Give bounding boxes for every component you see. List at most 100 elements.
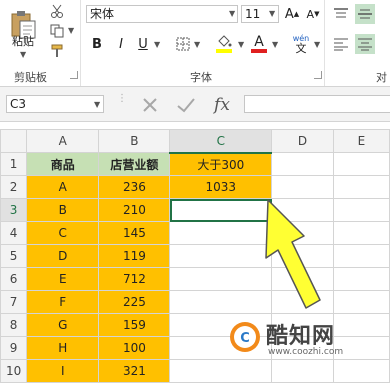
underline-dropdown-icon[interactable]: ▼ [154,40,160,49]
name-box[interactable]: C3 [6,95,104,113]
cell-d6[interactable] [271,267,334,291]
cell-a8[interactable]: G [26,313,100,337]
cell-e4[interactable] [332,221,390,245]
column-header-e[interactable]: E [332,129,390,153]
format-painter-button[interactable] [48,42,66,60]
cell-e6[interactable] [332,267,390,291]
cell-c6[interactable] [169,267,273,291]
cancel-button[interactable] [138,93,162,117]
borders-dropdown-icon[interactable]: ▼ [194,40,200,49]
align-top-button[interactable] [331,4,351,24]
coozhi-logo-icon: C [230,322,260,352]
cell-a6[interactable]: E [26,267,100,291]
cell-d4[interactable] [271,221,334,245]
cell-d1[interactable] [271,152,334,176]
phonetic-dropdown-icon[interactable]: ▼ [314,40,320,49]
row-header[interactable]: 9 [0,336,28,360]
scissors-icon [51,4,63,18]
row-header[interactable]: 5 [0,244,28,268]
cell-c3[interactable] [169,198,273,222]
cell-a3[interactable]: B [26,198,100,222]
cell-e5[interactable] [332,244,390,268]
select-all-corner[interactable] [0,129,28,153]
copy-dropdown-icon[interactable]: ▼ [68,26,74,35]
cell-a2[interactable]: A [26,175,100,199]
cell-b9[interactable]: 100 [98,336,171,360]
enter-button[interactable] [174,93,198,117]
cell-e7[interactable] [332,290,390,314]
insert-function-button[interactable]: fx [208,93,236,117]
paste-dropdown-icon[interactable]: ▼ [20,50,26,59]
bold-button[interactable]: B [88,35,106,53]
clipboard-launcher-icon[interactable] [70,71,78,79]
cell-c7[interactable] [169,290,273,314]
font-name-select[interactable]: 宋体 [86,5,238,23]
cell-e10[interactable] [332,359,390,383]
grow-font-button[interactable]: A ▲ [283,5,301,23]
cell-a1[interactable]: 商品 [26,152,100,176]
cell-a5[interactable]: D [26,244,100,268]
row-header[interactable]: 4 [0,221,28,245]
formula-input[interactable] [244,95,390,113]
svg-text:C: C [240,331,250,346]
column-header-d[interactable]: D [271,129,334,153]
name-box-dropdown-icon[interactable]: ▼ [94,100,100,109]
row-header[interactable]: 2 [0,175,28,199]
align-left-button[interactable] [331,34,351,54]
row-header[interactable]: 8 [0,313,28,337]
cell-d5[interactable] [271,244,334,268]
cell-a9[interactable]: H [26,336,100,360]
cell-b6[interactable]: 712 [98,267,171,291]
cell-b3[interactable]: 210 [98,198,171,222]
copy-button[interactable] [48,22,66,40]
cell-c4[interactable] [169,221,273,245]
font-color-dropdown-icon[interactable]: ▼ [272,40,278,49]
align-group-label: 对 [376,71,387,84]
cell-a10[interactable]: I [26,359,100,383]
cell-c5[interactable] [169,244,273,268]
cell-c10[interactable] [169,359,273,383]
font-name-dropdown-icon[interactable]: ▼ [229,9,235,18]
column-header-a[interactable]: A [26,129,100,153]
cell-d10[interactable] [271,359,334,383]
row-header[interactable]: 10 [0,359,28,383]
cut-button[interactable] [48,2,66,20]
cell-e2[interactable] [332,175,390,199]
cell-c2[interactable]: 1033 [169,175,273,199]
cell-c1[interactable]: 大于300 [169,152,273,176]
font-launcher-icon[interactable] [314,71,322,79]
column-header-b[interactable]: B [98,129,171,153]
row-header[interactable]: 3 [0,198,28,222]
cell-e1[interactable] [332,152,390,176]
row-header[interactable]: 7 [0,290,28,314]
cell-b4[interactable]: 145 [98,221,171,245]
align-center-icon [358,38,372,51]
cell-b7[interactable]: 225 [98,290,171,314]
cell-a4[interactable]: C [26,221,100,245]
italic-button[interactable]: I [112,35,130,53]
align-center-button[interactable] [355,34,375,54]
cell-b5[interactable]: 119 [98,244,171,268]
phonetic-button[interactable]: wén 文 [290,32,312,56]
borders-button[interactable] [174,35,192,53]
cell-b8[interactable]: 159 [98,313,171,337]
font-size-dropdown-icon[interactable]: ▼ [269,9,275,18]
align-middle-button[interactable] [355,4,375,24]
font-color-button[interactable]: A [250,33,268,55]
fill-color-button[interactable] [214,33,234,55]
cell-b2[interactable]: 236 [98,175,171,199]
row-header[interactable]: 6 [0,267,28,291]
shrink-font-button[interactable]: A ▼ [304,5,322,23]
cell-e3[interactable] [332,198,390,222]
cell-d2[interactable] [271,175,334,199]
underline-button[interactable]: U [134,35,152,53]
formula-bar-grip-icon: ⋮ [117,93,127,104]
column-header-c[interactable]: C [169,129,273,154]
row-header[interactable]: 1 [0,152,28,176]
cell-d7[interactable] [271,290,334,314]
cell-d3[interactable] [271,198,334,222]
cell-b1[interactable]: 店营业额 [98,152,171,176]
cell-b10[interactable]: 321 [98,359,171,383]
fill-color-dropdown-icon[interactable]: ▼ [238,40,244,49]
cell-a7[interactable]: F [26,290,100,314]
